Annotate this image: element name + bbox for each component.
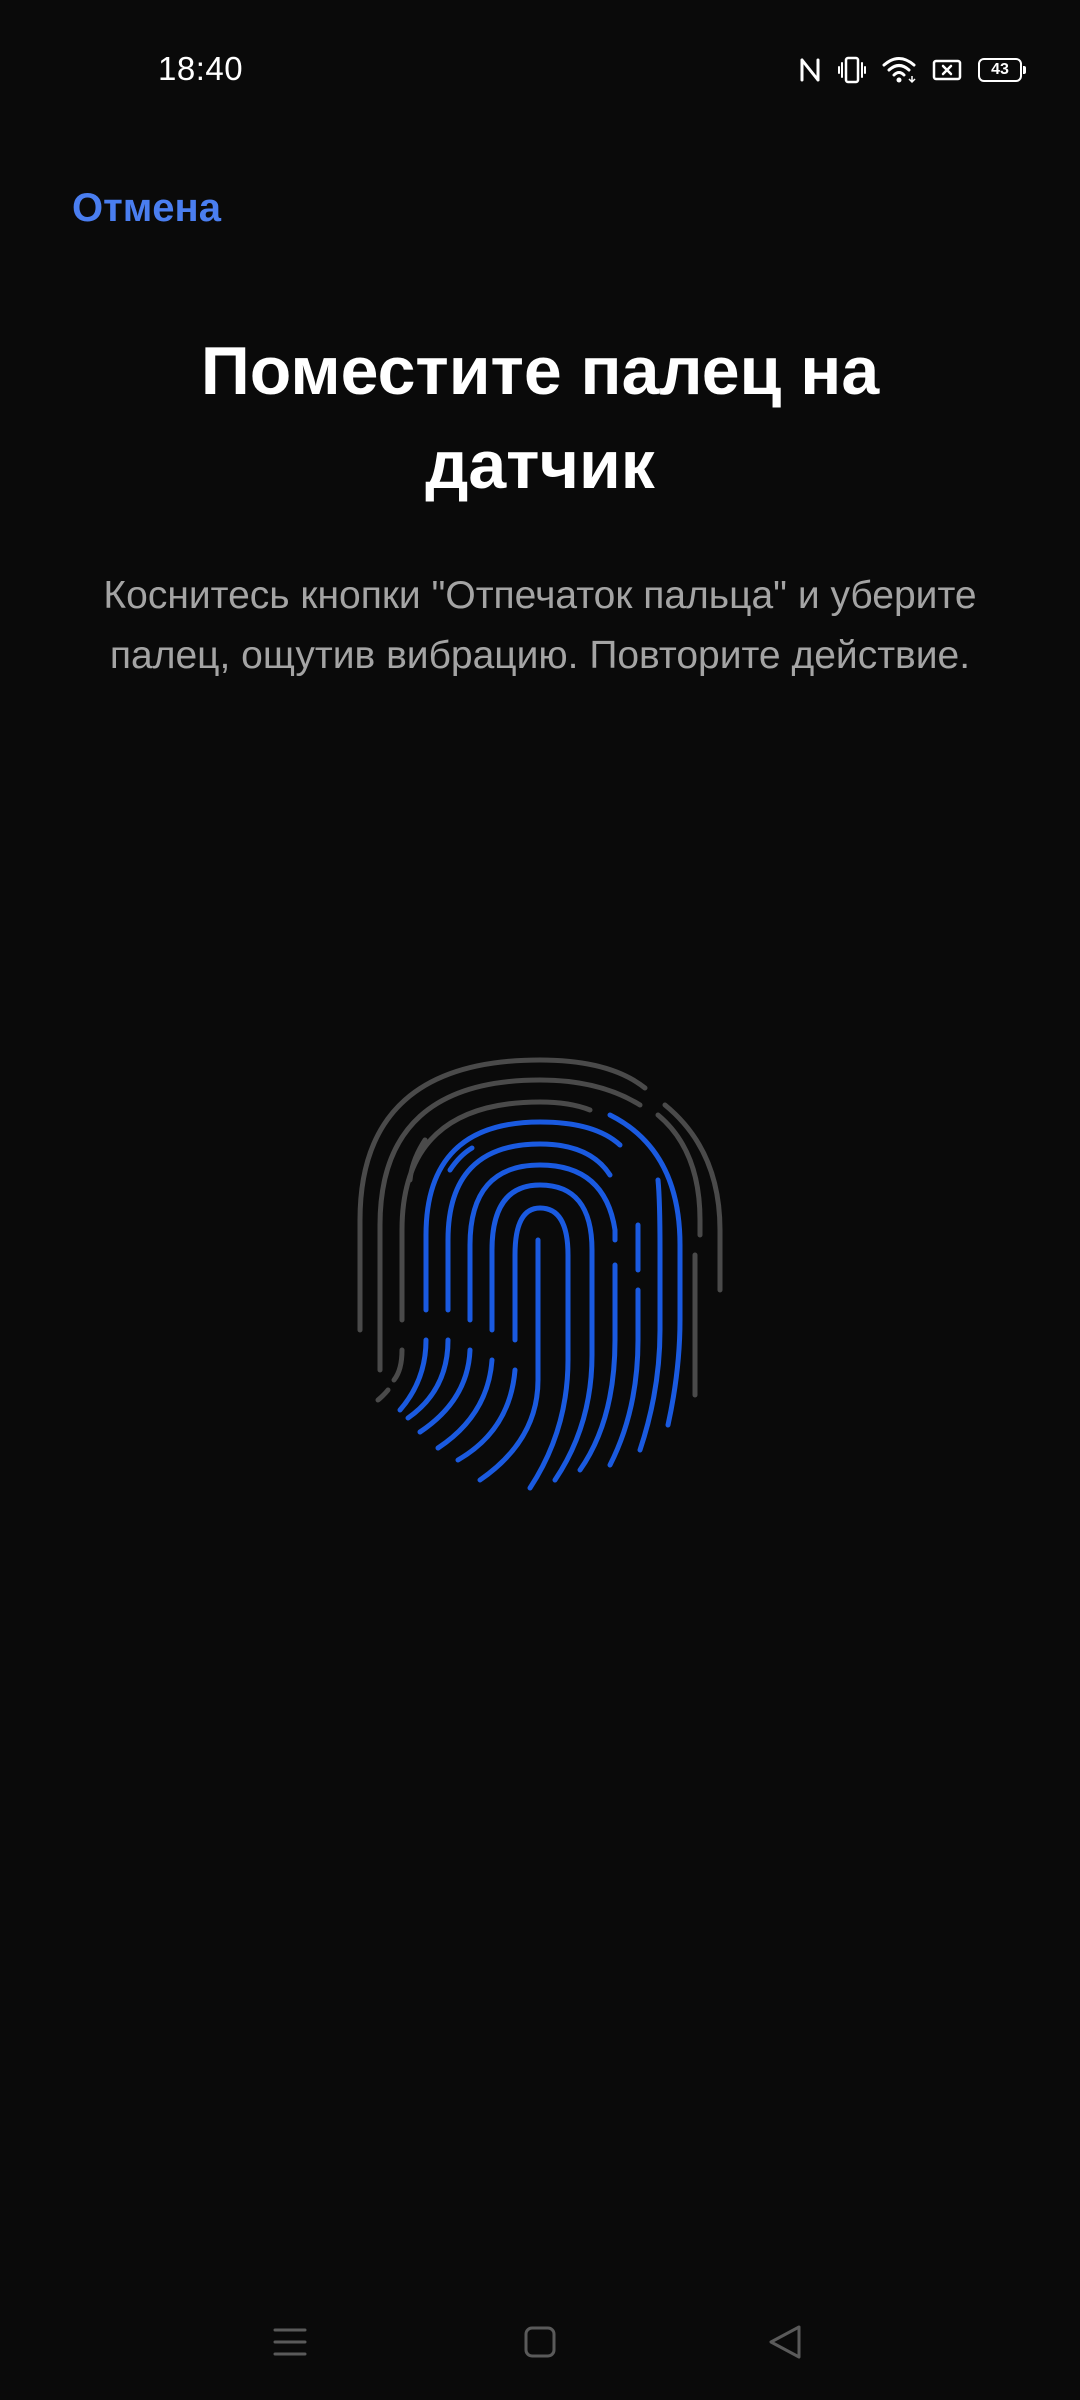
- status-bar: 18:40 43: [0, 0, 1080, 140]
- status-time: 18:40: [158, 50, 244, 87]
- cancel-button[interactable]: Отмена: [72, 186, 221, 231]
- home-button[interactable]: [510, 2314, 570, 2374]
- wifi-icon: [882, 56, 916, 84]
- menu-button[interactable]: [260, 2314, 320, 2374]
- page-title: Поместите палец на датчик: [200, 333, 880, 503]
- back-icon: [768, 2324, 802, 2365]
- navigation-bar: [0, 2300, 1080, 2400]
- back-button[interactable]: [755, 2314, 815, 2374]
- fingerprint-icon: [340, 1040, 740, 1500]
- instruction-text: Коснитесь кнопки "Отпечаток пальца" и уб…: [103, 574, 977, 677]
- nfc-icon: [798, 56, 822, 84]
- status-icons: 43: [798, 52, 1026, 88]
- vibrate-icon: [838, 55, 866, 85]
- menu-icon: [272, 2326, 308, 2363]
- battery-icon: 43: [978, 58, 1026, 82]
- battery-level: 43: [991, 61, 1009, 78]
- screen-cast-icon: [932, 57, 962, 83]
- home-icon: [523, 2325, 557, 2364]
